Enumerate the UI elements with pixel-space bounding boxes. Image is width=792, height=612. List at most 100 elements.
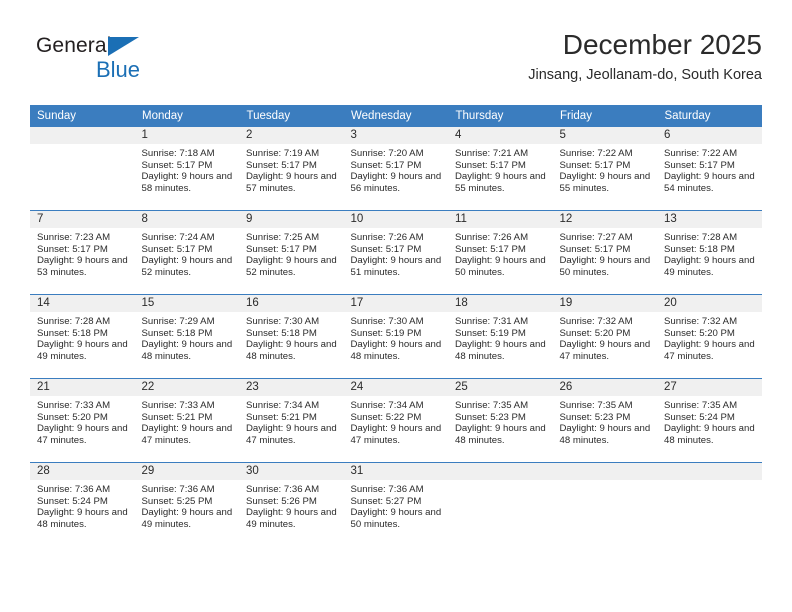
- calendar-week-row: 14 Sunrise: 7:28 AM Sunset: 5:18 PM Dayligh…: [30, 294, 762, 379]
- sunrise-text: Sunrise: 7:21 AM: [455, 148, 529, 159]
- daylight-text: Daylight: 9 hours and 48 minutes.: [455, 423, 546, 446]
- sunrise-text: Sunrise: 7:30 AM: [246, 316, 320, 327]
- calendar-day-cell[interactable]: 23 Sunrise: 7:34 AM Sunset: 5:21 PM Dayligh…: [239, 378, 344, 463]
- daylight-text: Daylight: 9 hours and 49 minutes.: [141, 507, 233, 530]
- sunset-text: Sunset: 5:24 PM: [664, 411, 735, 423]
- calendar-day-cell[interactable]: 26 Sunrise: 7:35 AM Sunset: 5:23 PM Dayligh…: [552, 378, 658, 463]
- daylight-text: Daylight: 9 hours and 52 minutes.: [246, 255, 337, 278]
- calendar-day-cell[interactable]: 13 Sunrise: 7:28 AM Sunset: 5:18 PM Dayligh…: [657, 210, 762, 295]
- day-sun-info: Sunrise: 7:28 AM Sunset: 5:18 PM Daylight:…: [30, 312, 135, 362]
- sunrise-text: Sunrise: 7:22 AM: [559, 148, 633, 159]
- calendar-day-cell[interactable]: 4 Sunrise: 7:21 AM Sunset: 5:17 PM Daylight…: [448, 127, 553, 211]
- day-number: 25: [448, 379, 553, 396]
- calendar-day-cell[interactable]: 31 Sunrise: 7:36 AM Sunset: 5:27 PM Dayligh…: [343, 462, 448, 546]
- sunrise-text: Sunrise: 7:28 AM: [37, 316, 111, 327]
- day-cell-inner: 24 Sunrise: 7:34 AM Sunset: 5:22 PM Dayligh…: [343, 379, 448, 462]
- calendar-day-cell[interactable]: 19 Sunrise: 7:32 AM Sunset: 5:20 PM Dayligh…: [552, 294, 657, 379]
- calendar-day-cell[interactable]: 3 Sunrise: 7:20 AM Sunset: 5:17 PM Daylight…: [343, 127, 449, 211]
- sunrise-text: Sunrise: 7:19 AM: [246, 148, 320, 159]
- calendar-day-cell[interactable]: 16 Sunrise: 7:30 AM Sunset: 5:18 PM Dayligh…: [239, 294, 344, 379]
- day-cell-inner: 17 Sunrise: 7:30 AM Sunset: 5:19 PM Dayligh…: [343, 295, 449, 378]
- page-header: General Blue December 2025 Jinsang, Jeol…: [30, 28, 762, 94]
- sunrise-text: Sunrise: 7:36 AM: [141, 484, 215, 495]
- day-number: 18: [448, 295, 553, 312]
- calendar-day-cell[interactable]: 2 Sunrise: 7:19 AM Sunset: 5:17 PM Daylight…: [239, 127, 344, 211]
- day-sun-info: Sunrise: 7:22 AM Sunset: 5:17 PM Daylight:…: [553, 144, 658, 194]
- day-cell-inner: 3 Sunrise: 7:20 AM Sunset: 5:17 PM Daylight…: [343, 127, 449, 210]
- sunset-text: Sunset: 5:20 PM: [559, 327, 631, 339]
- day-cell-inner: 8 Sunrise: 7:24 AM Sunset: 5:17 PM Daylight…: [134, 211, 239, 294]
- day-cell-inner: 18 Sunrise: 7:31 AM Sunset: 5:19 PM Dayligh…: [448, 295, 553, 378]
- weekday-header-monday: Monday: [134, 105, 240, 127]
- calendar-day-cell[interactable]: 1 Sunrise: 7:18 AM Sunset: 5:17 PM Daylight…: [134, 127, 239, 211]
- calendar-day-cell[interactable]: 14 Sunrise: 7:28 AM Sunset: 5:18 PM Dayligh…: [30, 294, 135, 379]
- calendar-day-cell[interactable]: 29 Sunrise: 7:36 AM Sunset: 5:25 PM Dayligh…: [134, 462, 239, 546]
- sunset-text: Sunset: 5:18 PM: [246, 327, 317, 339]
- sunrise-text: Sunrise: 7:32 AM: [559, 316, 633, 327]
- calendar-day-cell[interactable]: 15 Sunrise: 7:29 AM Sunset: 5:18 PM Dayligh…: [134, 294, 239, 379]
- sunrise-text: Sunrise: 7:35 AM: [455, 400, 529, 411]
- day-cell-inner: 22 Sunrise: 7:33 AM Sunset: 5:21 PM Dayligh…: [134, 379, 239, 462]
- day-number: 3: [343, 127, 448, 144]
- page-title: December 2025: [562, 29, 762, 60]
- weekday-header-tuesday: Tuesday: [239, 105, 344, 127]
- sunrise-text: Sunrise: 7:22 AM: [664, 148, 738, 159]
- day-cell-inner: 4 Sunrise: 7:21 AM Sunset: 5:17 PM Daylight…: [448, 127, 553, 210]
- sunrise-text: Sunrise: 7:36 AM: [246, 484, 320, 495]
- logo-word-blue: Blue: [96, 57, 141, 82]
- daylight-text: Daylight: 9 hours and 48 minutes.: [246, 339, 337, 362]
- daylight-text: Daylight: 9 hours and 55 minutes.: [559, 171, 651, 194]
- sunset-text: Sunset: 5:26 PM: [246, 495, 317, 507]
- calendar-day-cell[interactable]: 22 Sunrise: 7:33 AM Sunset: 5:21 PM Dayligh…: [134, 378, 239, 463]
- calendar-day-cell[interactable]: 18 Sunrise: 7:31 AM Sunset: 5:19 PM Dayligh…: [448, 294, 553, 379]
- sunset-text: Sunset: 5:18 PM: [664, 243, 735, 255]
- day-cell-inner: 23 Sunrise: 7:34 AM Sunset: 5:21 PM Dayligh…: [239, 379, 344, 462]
- calendar-day-cell[interactable]: 9 Sunrise: 7:25 AM Sunset: 5:17 PM Daylight…: [239, 210, 344, 295]
- day-cell-inner: 31 Sunrise: 7:36 AM Sunset: 5:27 PM Dayligh…: [343, 463, 448, 546]
- calendar-day-cell[interactable]: 20 Sunrise: 7:32 AM Sunset: 5:20 PM Dayligh…: [657, 294, 762, 379]
- logo-triangle-icon: [108, 37, 139, 56]
- calendar-day-cell[interactable]: 10 Sunrise: 7:26 AM Sunset: 5:17 PM Dayligh…: [343, 210, 448, 295]
- calendar-day-cell[interactable]: 5 Sunrise: 7:22 AM Sunset: 5:17 PM Daylight…: [552, 127, 658, 211]
- day-number: 29: [134, 463, 239, 480]
- day-number: [552, 463, 657, 480]
- calendar-day-cell[interactable]: 21 Sunrise: 7:33 AM Sunset: 5:20 PM Dayligh…: [30, 378, 135, 463]
- weekday-header-wednesday: Wednesday: [343, 105, 449, 127]
- sunset-text: Sunset: 5:19 PM: [350, 327, 422, 339]
- day-number: 16: [239, 295, 344, 312]
- day-cell-inner: 25 Sunrise: 7:35 AM Sunset: 5:23 PM Dayligh…: [448, 379, 553, 462]
- day-cell-inner: 16 Sunrise: 7:30 AM Sunset: 5:18 PM Dayligh…: [239, 295, 344, 378]
- logo-word-general: General: [36, 34, 112, 57]
- calendar-day-cell-empty: [30, 127, 135, 211]
- sunset-text: Sunset: 5:23 PM: [455, 411, 526, 423]
- calendar-day-cell[interactable]: 11 Sunrise: 7:26 AM Sunset: 5:17 PM Dayligh…: [448, 210, 553, 295]
- calendar-day-cell[interactable]: 27 Sunrise: 7:35 AM Sunset: 5:24 PM Dayligh…: [657, 378, 762, 463]
- day-sun-info: Sunrise: 7:33 AM Sunset: 5:20 PM Daylight:…: [30, 396, 135, 446]
- day-number: 4: [448, 127, 553, 144]
- calendar-day-cell[interactable]: 24 Sunrise: 7:34 AM Sunset: 5:22 PM Dayligh…: [343, 378, 448, 463]
- calendar-day-cell[interactable]: 17 Sunrise: 7:30 AM Sunset: 5:19 PM Dayligh…: [343, 294, 449, 379]
- day-number: 12: [552, 211, 657, 228]
- day-sun-info: Sunrise: 7:28 AM Sunset: 5:18 PM Daylight:…: [657, 228, 762, 278]
- calendar-day-cell[interactable]: 25 Sunrise: 7:35 AM Sunset: 5:23 PM Dayligh…: [448, 378, 553, 463]
- calendar-day-cell[interactable]: 30 Sunrise: 7:36 AM Sunset: 5:26 PM Dayligh…: [239, 462, 344, 546]
- daylight-text: Daylight: 9 hours and 51 minutes.: [350, 255, 442, 278]
- day-cell-inner: 19 Sunrise: 7:32 AM Sunset: 5:20 PM Dayligh…: [552, 295, 657, 378]
- day-sun-info: Sunrise: 7:30 AM Sunset: 5:19 PM Daylight:…: [344, 312, 449, 362]
- day-sun-info: Sunrise: 7:35 AM Sunset: 5:23 PM Daylight:…: [553, 396, 658, 446]
- daylight-text: Daylight: 9 hours and 48 minutes.: [455, 339, 546, 362]
- sunset-text: Sunset: 5:24 PM: [37, 495, 108, 507]
- sunset-text: Sunset: 5:18 PM: [141, 327, 213, 339]
- calendar-week-row: 7 Sunrise: 7:23 AM Sunset: 5:17 PM Daylight…: [30, 210, 762, 295]
- calendar-day-cell[interactable]: 12 Sunrise: 7:27 AM Sunset: 5:17 PM Dayligh…: [552, 210, 657, 295]
- calendar-day-cell[interactable]: 6 Sunrise: 7:22 AM Sunset: 5:17 PM Daylight…: [657, 127, 762, 211]
- calendar-day-cell[interactable]: 8 Sunrise: 7:24 AM Sunset: 5:17 PM Daylight…: [134, 210, 239, 295]
- calendar-body: 1 Sunrise: 7:18 AM Sunset: 5:17 PM Daylight…: [30, 127, 762, 546]
- day-sun-info: Sunrise: 7:36 AM Sunset: 5:26 PM Daylight:…: [239, 480, 344, 530]
- day-cell-inner: 15 Sunrise: 7:29 AM Sunset: 5:18 PM Dayligh…: [134, 295, 239, 378]
- sunset-text: Sunset: 5:17 PM: [141, 159, 213, 171]
- calendar-day-cell[interactable]: 28 Sunrise: 7:36 AM Sunset: 5:24 PM Dayligh…: [30, 462, 135, 546]
- day-sun-info: Sunrise: 7:20 AM Sunset: 5:17 PM Daylight:…: [344, 144, 449, 194]
- calendar-day-cell[interactable]: 7 Sunrise: 7:23 AM Sunset: 5:17 PM Daylight…: [30, 210, 135, 295]
- day-sun-info: Sunrise: 7:32 AM Sunset: 5:20 PM Daylight:…: [657, 312, 762, 362]
